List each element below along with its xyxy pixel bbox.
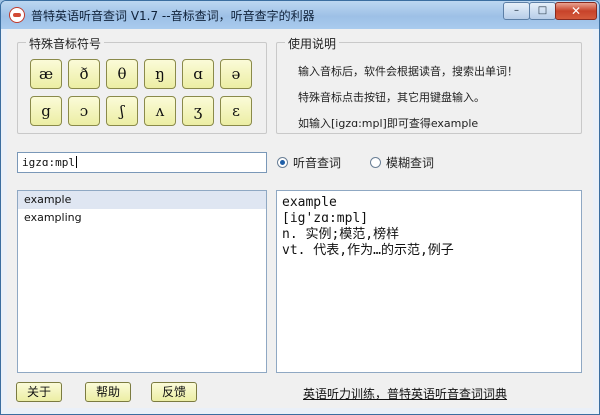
radio-selected-icon bbox=[277, 157, 288, 168]
minimize-button[interactable]: – bbox=[503, 2, 530, 20]
radio-fuzzy-lookup[interactable]: 模糊查词 bbox=[370, 154, 434, 170]
window-title: 普特英语听音查词 V1.7 --音标查词，听音查字的利器 bbox=[31, 9, 315, 23]
usage-line-1: 输入音标后，软件会根据读音，搜索出单词！ bbox=[298, 65, 518, 78]
radio-unselected-icon bbox=[370, 157, 381, 168]
list-item[interactable]: example bbox=[18, 191, 266, 209]
phonetic-search-input[interactable]: igzɑ:mpl bbox=[17, 152, 267, 173]
usage-instructions-group: 使用说明 输入音标后，软件会根据读音，搜索出单词！ 特殊音标点击按钮，其它用键盘… bbox=[276, 35, 582, 134]
main-panel: 特殊音标符号 æ ð θ ŋ ɑ ə g ɔ ʃ ʌ ʒ ɛ 使用说明 输入音标… bbox=[7, 29, 593, 408]
phonetic-button-open-o[interactable]: ɔ bbox=[68, 96, 100, 126]
search-input-value: igzɑ:mpl bbox=[22, 156, 75, 169]
definition-verb: vt. 代表,作为…的示范,例子 bbox=[282, 243, 454, 258]
definition-phonetic: [ig'zɑ:mpl] bbox=[282, 211, 369, 226]
list-item[interactable]: exampling bbox=[18, 209, 266, 227]
phonetic-symbols-group: 特殊音标符号 æ ð θ ŋ ɑ ə g ɔ ʃ ʌ ʒ ɛ bbox=[17, 35, 267, 134]
phonetic-button-schwa[interactable]: ə bbox=[220, 59, 252, 89]
app-window: 普特英语听音查词 V1.7 --音标查词，听音查字的利器 – □ ✕ 特殊音标符… bbox=[0, 0, 600, 415]
phonetic-button-eng[interactable]: ŋ bbox=[144, 59, 176, 89]
phonetic-group-label: 特殊音标符号 bbox=[26, 35, 105, 52]
phonetic-button-theta[interactable]: θ bbox=[106, 59, 138, 89]
definition-word: example bbox=[282, 195, 337, 210]
text-caret bbox=[75, 156, 77, 168]
phonetic-button-g[interactable]: g bbox=[30, 96, 62, 126]
result-word-list[interactable]: example exampling bbox=[17, 190, 267, 373]
phonetic-button-ezh[interactable]: ʒ bbox=[182, 96, 214, 126]
phonetic-button-wedge[interactable]: ʌ bbox=[144, 96, 176, 126]
phonetic-button-esh[interactable]: ʃ bbox=[106, 96, 138, 126]
close-button[interactable]: ✕ bbox=[555, 2, 597, 20]
radio-listen-lookup[interactable]: 听音查词 bbox=[277, 154, 341, 170]
phonetic-button-open-a[interactable]: ɑ bbox=[182, 59, 214, 89]
app-logo-icon bbox=[9, 7, 25, 23]
feedback-button[interactable]: 反馈 bbox=[151, 382, 197, 402]
phonetic-button-epsilon[interactable]: ɛ bbox=[220, 96, 252, 126]
radio-fuzzy-label: 模糊查词 bbox=[386, 156, 435, 170]
about-button[interactable]: 关于 bbox=[16, 382, 62, 402]
usage-group-label: 使用说明 bbox=[285, 35, 340, 52]
help-button[interactable]: 帮助 bbox=[85, 382, 131, 402]
radio-listen-label: 听音查词 bbox=[293, 156, 342, 170]
usage-line-3: 如输入[igzɑ:mpl]即可查得example bbox=[298, 117, 479, 130]
phonetic-button-ae[interactable]: æ bbox=[30, 59, 62, 89]
title-bar[interactable]: 普特英语听音查词 V1.7 --音标查词，听音查字的利器 – □ ✕ bbox=[1, 1, 599, 29]
usage-line-2: 特殊音标点击按钮，其它用键盘输入。 bbox=[298, 91, 485, 104]
definition-panel[interactable]: example [ig'zɑ:mpl] n. 实例;模范,榜样 vt. 代表,作… bbox=[276, 190, 582, 373]
definition-noun: n. 实例;模范,榜样 bbox=[282, 227, 400, 242]
footer-link[interactable]: 英语听力训练，普特英语听音查词词典 bbox=[303, 385, 507, 402]
maximize-button[interactable]: □ bbox=[529, 2, 556, 20]
phonetic-button-eth[interactable]: ð bbox=[68, 59, 100, 89]
